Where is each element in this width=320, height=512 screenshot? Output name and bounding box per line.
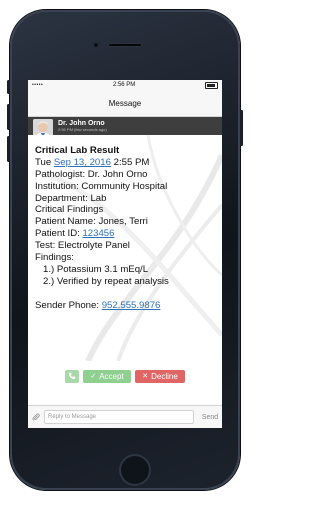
institution-line: Institution: Community Hospital (35, 180, 168, 192)
sender-meta: Dr. John Orno 2:56 PM (few seconds ago) (58, 120, 107, 132)
close-icon: ✕ (142, 373, 149, 380)
patient-name-line: Patient Name: Jones, Terri (35, 216, 148, 228)
signal-indicator: ••••• (32, 82, 44, 88)
category-line: Critical Findings (35, 204, 104, 216)
phone-label: Sender Phone: (35, 299, 102, 311)
volume-down-button (7, 136, 10, 162)
patient-id-label: Patient ID: (35, 228, 83, 240)
findings-label: Findings: (35, 252, 74, 264)
finding-item: 2.) Verified by repeat analysis (43, 275, 169, 287)
phone-link[interactable]: 952.555.9876 (102, 300, 161, 311)
power-button (240, 110, 243, 146)
reply-bar: Reply to Message Send (28, 405, 222, 428)
send-button[interactable]: Send (198, 414, 222, 421)
nav-title: Message (108, 98, 142, 108)
decline-label: Decline (151, 371, 178, 381)
mute-switch (7, 80, 10, 94)
message-date-line: Tue Sep 13, 2016 2:55 PM (35, 157, 169, 169)
department-line: Department: Lab (35, 192, 107, 204)
attachment-button[interactable] (28, 413, 44, 421)
call-button[interactable] (65, 369, 79, 383)
battery-icon (205, 81, 218, 89)
accept-button[interactable]: ✓ Accept (83, 369, 131, 383)
check-icon: ✓ (90, 373, 97, 380)
nav-bar: Message (28, 90, 222, 117)
date-suffix: 2:55 PM (110, 156, 150, 168)
phone-screen: ••••• 2:56 PM Message Dr. John Orno 2:56… (28, 80, 222, 428)
phone-icon (68, 372, 76, 380)
patient-id-line: Patient ID: 123456 (35, 228, 169, 240)
volume-up-button (7, 104, 10, 130)
test-line: Test: Electrolyte Panel (35, 240, 130, 252)
stage: ••••• 2:56 PM Message Dr. John Orno 2:56… (0, 0, 250, 512)
status-bar: ••••• 2:56 PM (28, 80, 222, 90)
sender-bar: Dr. John Orno 2:56 PM (few seconds ago) (28, 117, 222, 141)
pathologist-line: Pathologist: Dr. John Orno (35, 168, 148, 180)
message-title: Critical Lab Result (35, 145, 120, 156)
sender-phone-line: Sender Phone: 952.555.9876 (35, 300, 169, 312)
front-camera (93, 42, 99, 48)
accept-label: Accept (99, 371, 124, 381)
home-button[interactable] (119, 454, 151, 486)
message-body: Critical Lab Result Tue Sep 13, 2016 2:5… (35, 145, 169, 311)
sender-time: 2:56 PM (few seconds ago) (58, 127, 107, 132)
date-link[interactable]: Sep 13, 2016 (54, 157, 111, 168)
patient-id-link[interactable]: 123456 (82, 228, 114, 239)
status-time: 2:56 PM (112, 82, 136, 88)
earpiece-speaker (108, 43, 142, 47)
message-area: Critical Lab Result Tue Sep 13, 2016 2:5… (28, 135, 222, 361)
reply-input[interactable]: Reply to Message (44, 410, 194, 424)
action-bar: ✓ Accept ✕ Decline (28, 361, 222, 391)
date-prefix: Tue (35, 156, 54, 168)
decline-button[interactable]: ✕ Decline (135, 369, 185, 383)
sender-name: Dr. John Orno (58, 120, 105, 127)
finding-item: 1.) Potassium 3.1 mEq/L (43, 263, 149, 275)
paperclip-icon (32, 413, 40, 421)
